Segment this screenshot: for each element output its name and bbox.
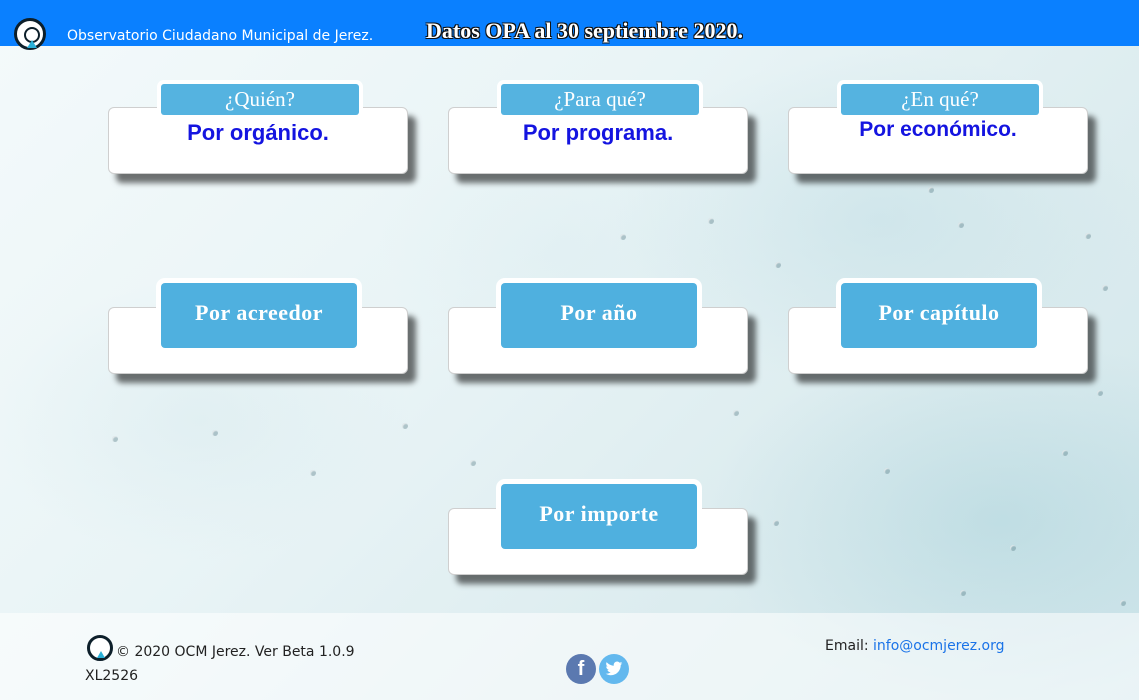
card-big-label: Por capítulo: [841, 283, 1037, 348]
twitter-bird-icon: [605, 661, 623, 676]
card-big-label: Por año: [501, 283, 697, 348]
card-por-ano[interactable]: Por año: [448, 283, 748, 374]
drop-decoration: [620, 234, 626, 240]
drop-decoration: [1085, 233, 1091, 239]
email-label: Email:: [825, 638, 869, 654]
drop-decoration: [960, 590, 966, 596]
drop-decoration: [928, 187, 934, 193]
card-big-label: Por acreedor: [161, 283, 357, 348]
facebook-icon[interactable]: f: [566, 654, 596, 684]
drop-decoration: [112, 436, 118, 442]
copyright-text: © 2020 OCM Jerez. Ver Beta 1.0.9: [116, 644, 355, 660]
card-por-importe[interactable]: Por importe: [448, 484, 748, 575]
drop-decoration: [958, 222, 964, 228]
page-title: Datos OPA al 30 septiembre 2020.: [426, 18, 743, 43]
card-por-economico[interactable]: ¿En qué? Por económico.: [788, 84, 1088, 174]
site-name[interactable]: Observatorio Ciudadano Municipal de Jere…: [67, 28, 373, 44]
drop-decoration: [773, 520, 779, 526]
drop-decoration: [1062, 450, 1068, 456]
drop-decoration: [1120, 600, 1126, 606]
card-question-tab: ¿Para qué?: [501, 84, 699, 115]
card-label: Por económico.: [859, 118, 1017, 141]
build-id: XL2526: [85, 668, 139, 684]
drop-decoration: [310, 470, 316, 476]
card-por-capitulo[interactable]: Por capítulo: [788, 283, 1088, 374]
card-por-organico[interactable]: ¿Quién? Por orgánico.: [108, 84, 408, 174]
ocm-logo-icon[interactable]: [14, 18, 46, 50]
email-link[interactable]: info@ocmjerez.org: [873, 638, 1004, 654]
twitter-icon[interactable]: [599, 654, 629, 684]
card-por-programa[interactable]: ¿Para qué? Por programa.: [448, 84, 748, 174]
drop-decoration: [470, 460, 476, 466]
card-label: Por programa.: [522, 120, 674, 145]
drop-decoration: [733, 410, 739, 416]
card-por-acreedor[interactable]: Por acreedor: [108, 283, 408, 374]
card-label: Por orgánico.: [187, 120, 329, 145]
card-big-label: Por importe: [501, 484, 697, 549]
email-contact: Email: info@ocmjerez.org: [825, 638, 1005, 654]
card-question-tab: ¿Quién?: [161, 84, 359, 115]
drop-decoration: [884, 468, 890, 474]
drop-decoration: [708, 218, 714, 224]
drop-decoration: [1010, 545, 1016, 551]
drop-decoration: [212, 430, 218, 436]
ocm-logo-icon: [87, 635, 113, 661]
drop-decoration: [402, 423, 408, 429]
card-question-tab: ¿En qué?: [841, 84, 1039, 115]
drop-decoration: [1102, 285, 1108, 291]
drop-decoration: [1097, 390, 1103, 396]
drop-decoration: [775, 262, 781, 268]
